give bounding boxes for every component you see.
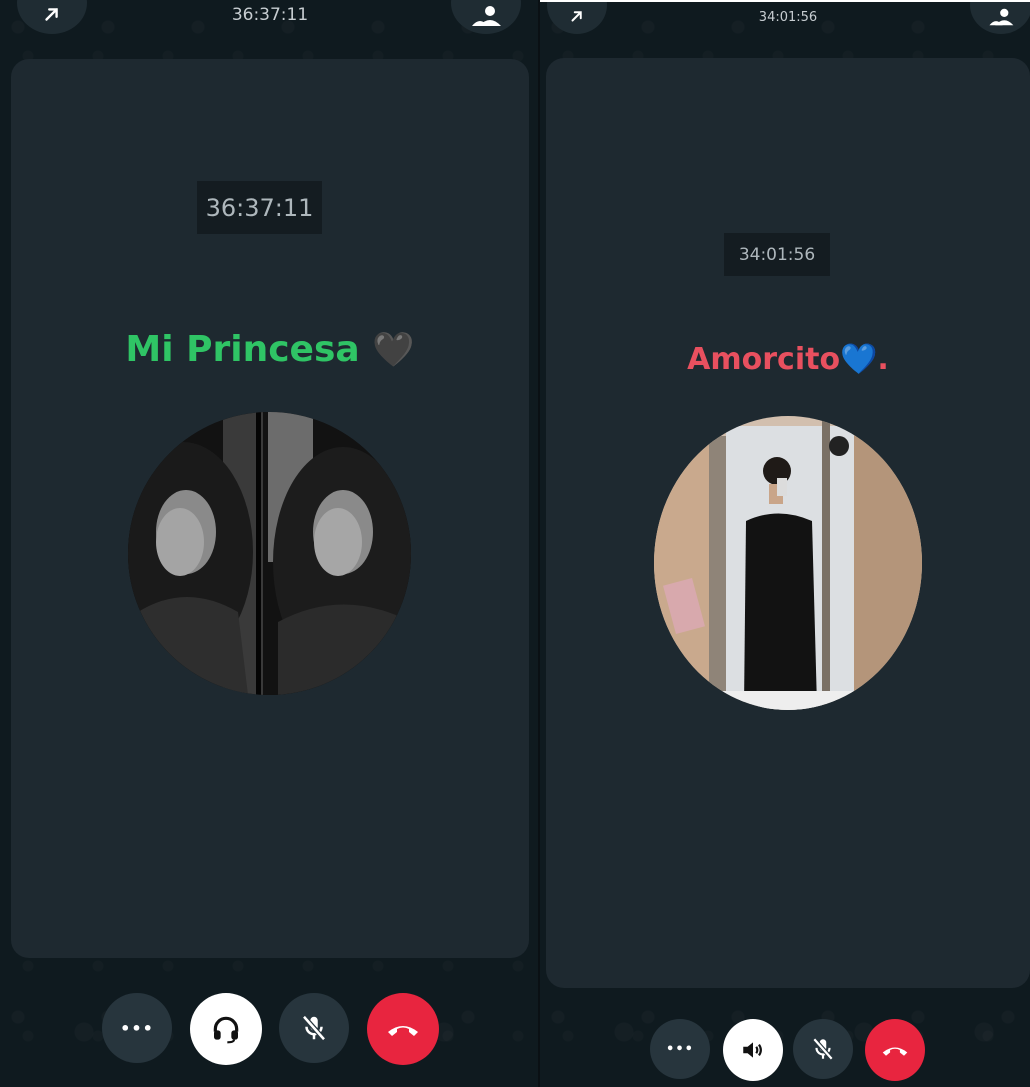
- profile-photo: [654, 416, 922, 710]
- end-call-button[interactable]: [865, 1019, 925, 1081]
- headset-icon: [213, 1016, 239, 1044]
- call-duration-header: 36:37:11: [231, 5, 309, 25]
- left-call-screen: 36:37:11 36:37:11 Mi Princesa 🖤 •••: [0, 0, 538, 1087]
- speaker-icon: [743, 1042, 762, 1058]
- screenshot-top-edge: [540, 0, 1030, 2]
- contact-avatar: [128, 412, 411, 695]
- arrow-up-right-icon: [571, 11, 582, 22]
- speaker-button[interactable]: [723, 1019, 783, 1081]
- blue-heart-emoji: 💙: [840, 342, 878, 377]
- call-duration-box: 36:37:11: [197, 181, 322, 234]
- contact-avatar: [654, 416, 922, 710]
- add-participant-button[interactable]: [451, 0, 521, 34]
- contact-name: Mi Princesa 🖤: [11, 329, 529, 370]
- heart-emoji: 🖤: [372, 330, 415, 370]
- minimize-call-button[interactable]: [17, 0, 87, 34]
- more-options-button[interactable]: •••: [650, 1019, 710, 1079]
- call-duration-header: 34:01:56: [758, 10, 818, 25]
- add-participant-button[interactable]: [970, 0, 1030, 34]
- people-icon: [989, 8, 1014, 26]
- call-card: 36:37:11 Mi Princesa 🖤: [11, 59, 529, 958]
- mic-off-icon: [302, 1015, 326, 1041]
- contact-name-text: Amorcito: [687, 342, 841, 377]
- audio-output-button[interactable]: [190, 993, 262, 1065]
- right-call-screen: 34:01:56 34:01:56 Amorcito💙. •••: [540, 0, 1030, 1087]
- more-options-button[interactable]: •••: [102, 993, 172, 1063]
- call-card: 34:01:56 Amorcito💙.: [546, 58, 1030, 988]
- mute-microphone-button[interactable]: [793, 1019, 853, 1079]
- end-call-button[interactable]: [367, 993, 439, 1065]
- arrow-up-right-icon: [45, 8, 58, 21]
- mute-microphone-button[interactable]: [279, 993, 349, 1063]
- minimize-call-button[interactable]: [547, 0, 607, 34]
- contact-name: Amorcito💙.: [546, 342, 1030, 377]
- contact-name-text: Mi Princesa: [125, 329, 360, 370]
- people-icon: [472, 6, 501, 26]
- call-duration-box: 34:01:56: [724, 233, 830, 276]
- mic-off-icon: [812, 1037, 834, 1061]
- more-dots-icon: •••: [120, 1018, 154, 1038]
- profile-photo: [128, 412, 411, 695]
- hang-up-icon: [388, 1026, 418, 1036]
- more-dots-icon: •••: [666, 1041, 694, 1057]
- hang-up-icon: [882, 1047, 908, 1056]
- contact-name-suffix: .: [877, 342, 889, 377]
